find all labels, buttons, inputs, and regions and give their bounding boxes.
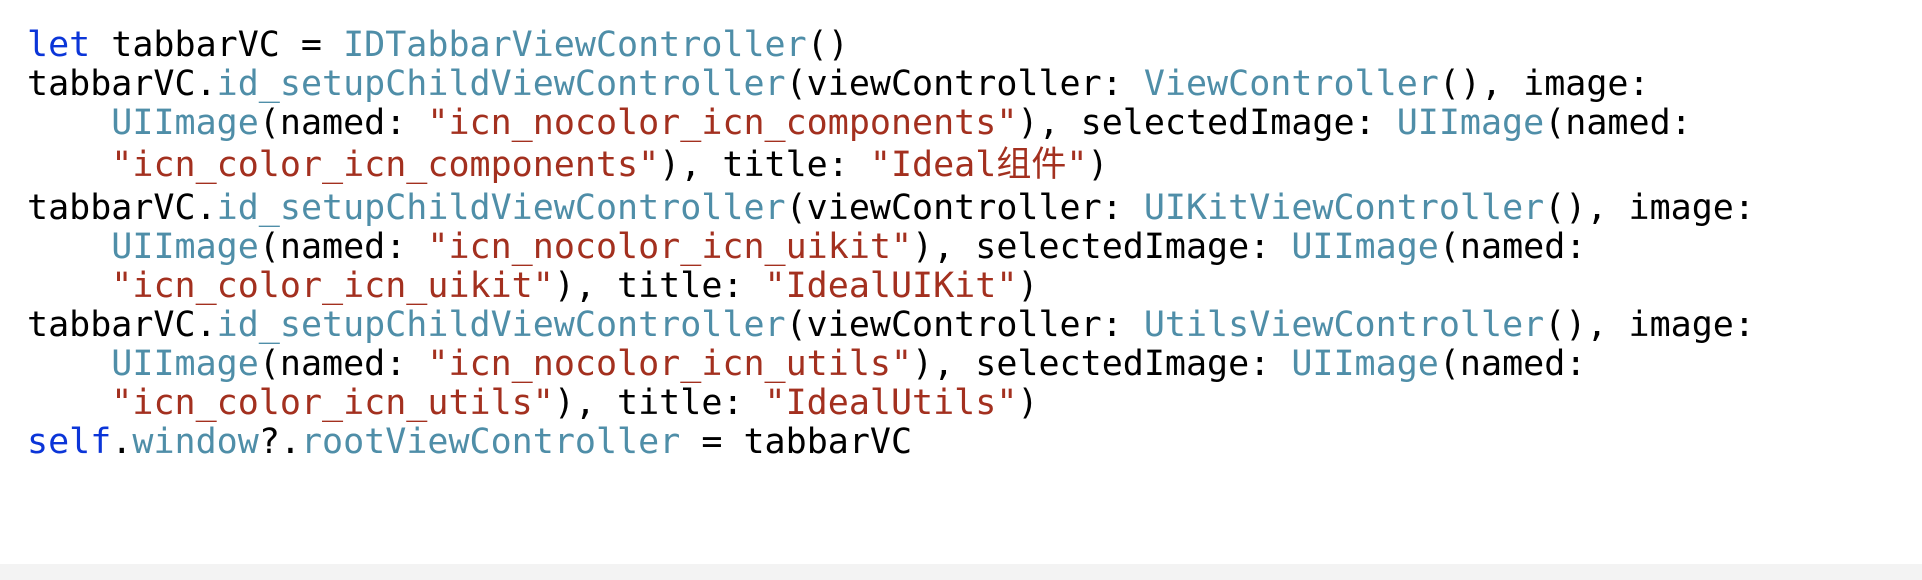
code-identifier: UIImage (111, 103, 259, 143)
code-text: ?. (258, 422, 301, 462)
code-identifier: id_setupChildViewController (216, 64, 786, 104)
code-text: ) (1017, 383, 1039, 423)
code-string-literal: "Ideal组件" (869, 145, 1088, 185)
code-string-literal: "icn_nocolor_icn_uikit" (427, 227, 913, 267)
code-text: (named: (1438, 227, 1587, 267)
code-identifier: UIImage (1291, 227, 1439, 267)
code-string-literal: "icn_color_icn_uikit" (111, 266, 554, 306)
code-text: ), title: (553, 383, 765, 423)
code-text: tabbarVC. (27, 305, 217, 345)
code-identifier: UIKitViewController (1143, 188, 1545, 228)
code-text: ) (1087, 145, 1109, 185)
code-keyword: self (27, 422, 112, 462)
code-text: ), selectedImage: (912, 227, 1292, 267)
code-keyword: let (27, 25, 91, 65)
code-identifier: ViewController (1143, 64, 1439, 104)
code-line: self.window?.rootViewController = tabbar… (27, 418, 912, 466)
code-identifier: UIImage (111, 344, 259, 384)
code-text: . (111, 422, 133, 462)
code-text: (viewController: (785, 64, 1144, 104)
code-text: (named: (258, 227, 428, 267)
code-string-literal: "icn_nocolor_icn_components" (427, 103, 1018, 143)
code-text: tabbarVC = (90, 25, 344, 65)
code-string-literal: "IdealUIKit" (764, 266, 1018, 306)
code-string-literal: "icn_color_icn_utils" (111, 383, 554, 423)
code-editor[interactable]: let tabbarVC = IDTabbarViewController() … (0, 0, 1922, 564)
code-text: tabbarVC. (27, 188, 217, 228)
code-text: tabbarVC. (27, 64, 217, 104)
code-identifier: window (132, 422, 259, 462)
code-text: ), selectedImage: (912, 344, 1292, 384)
code-identifier: id_setupChildViewController (216, 305, 786, 345)
code-text: (), image: (1438, 64, 1650, 104)
code-text: ), selectedImage: (1017, 103, 1397, 143)
code-text: (named: (1438, 344, 1587, 384)
code-string-literal: "icn_color_icn_components" (111, 145, 660, 185)
code-string-literal: "IdealUtils" (764, 383, 1018, 423)
code-identifier: rootViewController (300, 422, 681, 462)
code-text: = tabbarVC (680, 422, 913, 462)
code-text: (viewController: (785, 305, 1144, 345)
code-line: UIImage(named: "icn_nocolor_icn_componen… (27, 99, 1692, 147)
code-text: (named: (258, 103, 428, 143)
code-identifier: id_setupChildViewController (216, 188, 786, 228)
code-identifier: UIImage (111, 227, 259, 267)
code-identifier: IDTabbarViewController (343, 25, 807, 65)
code-identifier: UIImage (1291, 344, 1439, 384)
code-text: () (806, 25, 849, 65)
code-identifier: UtilsViewController (1143, 305, 1545, 345)
editor-bottom-bar (0, 564, 1922, 580)
code-text: ), title: (659, 145, 870, 185)
code-identifier: UIImage (1396, 103, 1545, 143)
code-text: ), title: (553, 266, 765, 306)
code-text: (), image: (1544, 305, 1755, 345)
code-text: (named: (1544, 103, 1692, 143)
code-text: (named: (258, 344, 428, 384)
code-string-literal: "icn_nocolor_icn_utils" (427, 344, 913, 384)
code-text: ) (1017, 266, 1039, 306)
code-line: "icn_color_icn_components"), title: "Ide… (27, 141, 1108, 189)
code-text: (), image: (1544, 188, 1755, 228)
code-text: (viewController: (785, 188, 1144, 228)
